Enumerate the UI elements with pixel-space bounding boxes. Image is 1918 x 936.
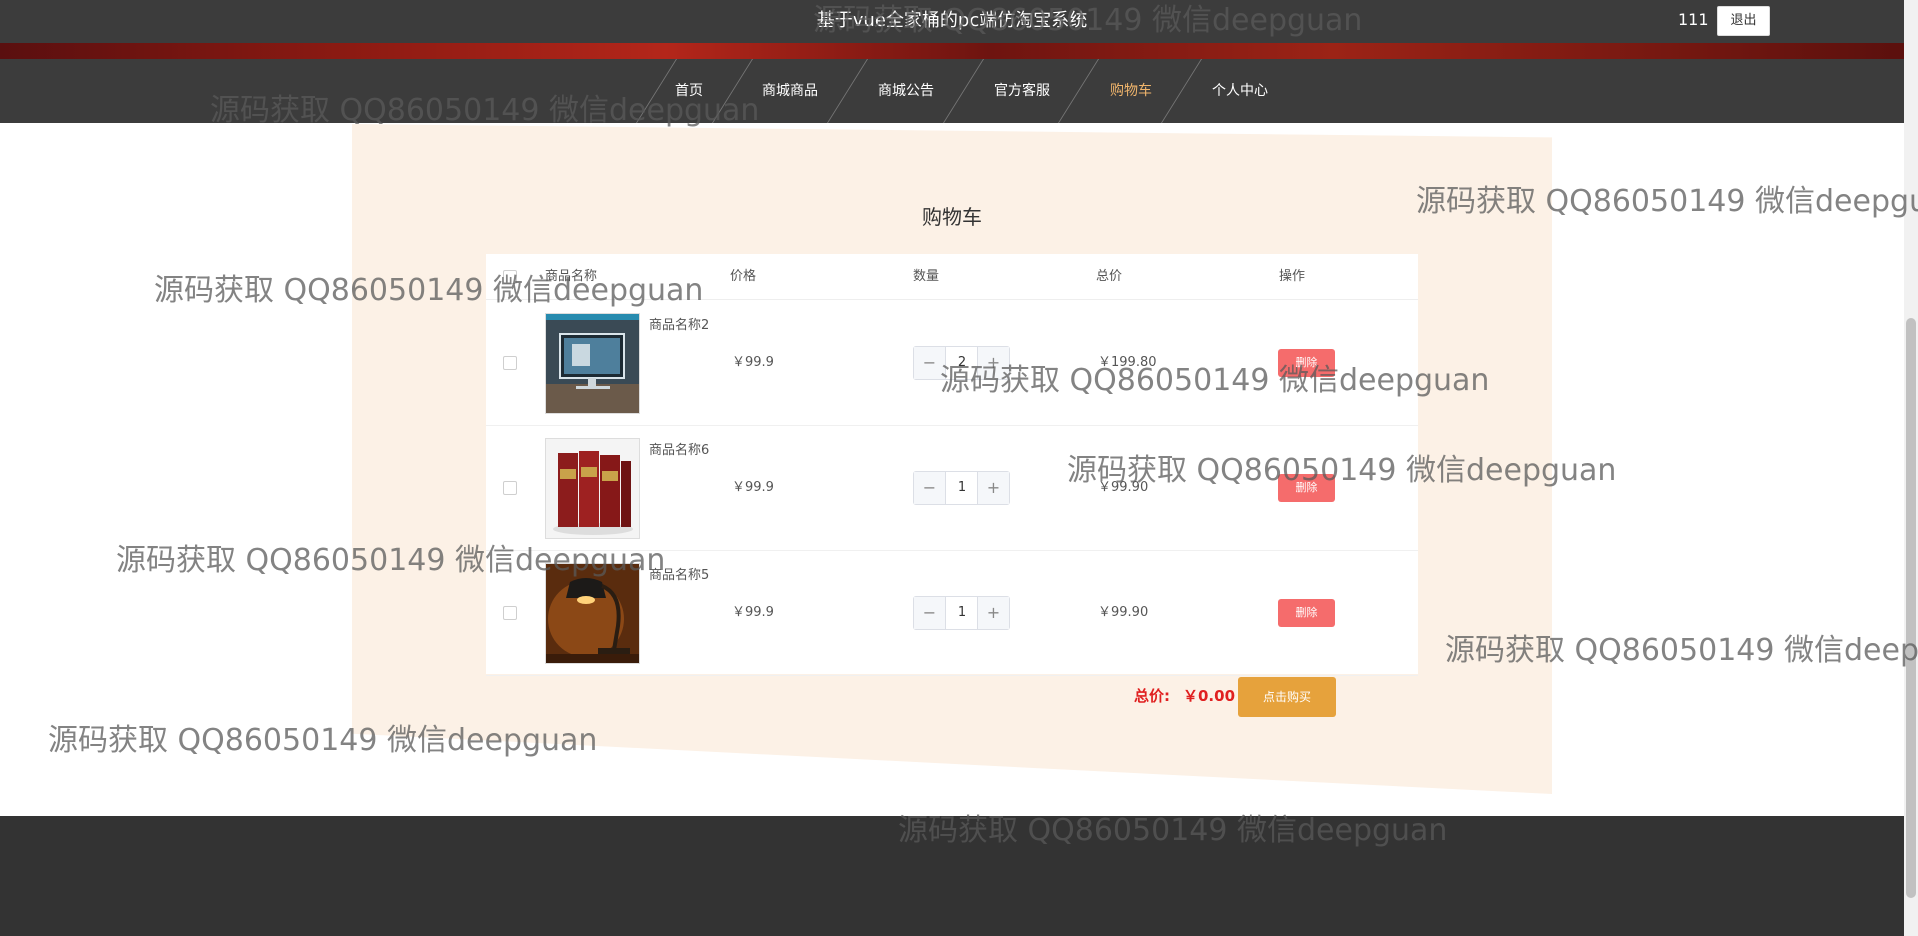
product-price: ￥99.9 bbox=[732, 480, 774, 495]
buy-button[interactable]: 点击购买 bbox=[1238, 677, 1336, 717]
nav-separator bbox=[943, 59, 984, 123]
row-checkbox[interactable] bbox=[503, 481, 517, 495]
nav-item-service[interactable]: 官方客服 bbox=[982, 75, 1062, 107]
scrollbar-thumb[interactable] bbox=[1906, 318, 1916, 898]
product-name[interactable]: 商品名称2 bbox=[649, 314, 715, 337]
nav-item-home[interactable]: 首页 bbox=[664, 75, 714, 107]
increase-button[interactable]: + bbox=[977, 472, 1009, 504]
row-total: ￥199.80 bbox=[1098, 355, 1157, 370]
column-header-name: 商品名称 bbox=[545, 269, 598, 284]
quantity-input[interactable]: 1 bbox=[947, 472, 977, 504]
increase-button[interactable]: + bbox=[977, 347, 1009, 379]
decrease-button[interactable]: − bbox=[914, 347, 946, 379]
quantity-stepper: − 1 + bbox=[913, 596, 1010, 630]
column-header-action: 操作 bbox=[1279, 269, 1306, 284]
main-nav: 首页 商城商品 商城公告 官方客服 购物车 个人中心 bbox=[0, 59, 1904, 123]
user-name: 111 bbox=[1678, 10, 1709, 29]
table-row: 商品名称2 ￥99.9 − 2 + ￥199.80 删除 bbox=[486, 301, 1418, 426]
total-label: 总价: bbox=[1134, 687, 1170, 705]
nav-separator bbox=[1058, 59, 1099, 123]
increase-button[interactable]: + bbox=[977, 597, 1009, 629]
row-total: ￥99.90 bbox=[1098, 605, 1149, 620]
quantity-stepper: − 2 + bbox=[913, 346, 1010, 380]
row-checkbox[interactable] bbox=[503, 606, 517, 620]
nav-separator bbox=[712, 59, 753, 123]
product-price: ￥99.9 bbox=[732, 355, 774, 370]
row-checkbox[interactable] bbox=[503, 356, 517, 370]
product-name[interactable]: 商品名称6 bbox=[649, 439, 715, 462]
page-title: 购物车 bbox=[922, 205, 982, 229]
logout-button[interactable]: 退出 bbox=[1717, 6, 1770, 36]
nav-item-notices[interactable]: 商城公告 bbox=[866, 75, 946, 107]
site-title: 基于vue全家桶的pc端仿淘宝系统 bbox=[816, 10, 1088, 31]
table-header: 商品名称 价格 数量 总价 操作 bbox=[486, 254, 1418, 300]
banner-image-strip bbox=[0, 43, 1904, 59]
quantity-input[interactable]: 1 bbox=[947, 597, 977, 629]
nav-item-cart[interactable]: 购物车 bbox=[1101, 75, 1161, 107]
nav-separator bbox=[827, 59, 868, 123]
cart-table: 商品名称 价格 数量 总价 操作 商品名称2 ￥99.9 − 2 + ￥199.… bbox=[486, 254, 1418, 676]
delete-button[interactable]: 删除 bbox=[1278, 599, 1335, 627]
row-total: ￥99.90 bbox=[1098, 480, 1149, 495]
quantity-stepper: − 1 + bbox=[913, 471, 1010, 505]
decrease-button[interactable]: − bbox=[914, 472, 946, 504]
desk-lamp-photo[interactable] bbox=[545, 563, 640, 664]
decrease-button[interactable]: − bbox=[914, 597, 946, 629]
delete-button[interactable]: 删除 bbox=[1278, 349, 1335, 377]
total-value: ￥0.00 bbox=[1183, 687, 1236, 705]
nav-item-products[interactable]: 商城商品 bbox=[750, 75, 830, 107]
table-row: 商品名称6 ￥99.9 − 1 + ￥99.90 删除 bbox=[486, 426, 1418, 551]
column-header-quantity: 数量 bbox=[913, 269, 940, 284]
column-header-price: 价格 bbox=[730, 269, 757, 284]
select-all-checkbox[interactable] bbox=[503, 270, 517, 284]
quantity-input[interactable]: 2 bbox=[947, 347, 977, 379]
product-price: ￥99.9 bbox=[732, 605, 774, 620]
nav-separator bbox=[1161, 59, 1202, 123]
red-book-set-photo[interactable] bbox=[545, 438, 640, 539]
monitor-desk-photo[interactable] bbox=[545, 313, 640, 414]
page-footer bbox=[0, 816, 1904, 936]
nav-item-profile[interactable]: 个人中心 bbox=[1200, 75, 1280, 107]
table-row: 商品名称5 ￥99.9 − 1 + ￥99.90 删除 bbox=[486, 551, 1418, 676]
column-header-total: 总价 bbox=[1096, 269, 1123, 284]
delete-button[interactable]: 删除 bbox=[1278, 474, 1335, 502]
product-name[interactable]: 商品名称5 bbox=[649, 564, 715, 587]
